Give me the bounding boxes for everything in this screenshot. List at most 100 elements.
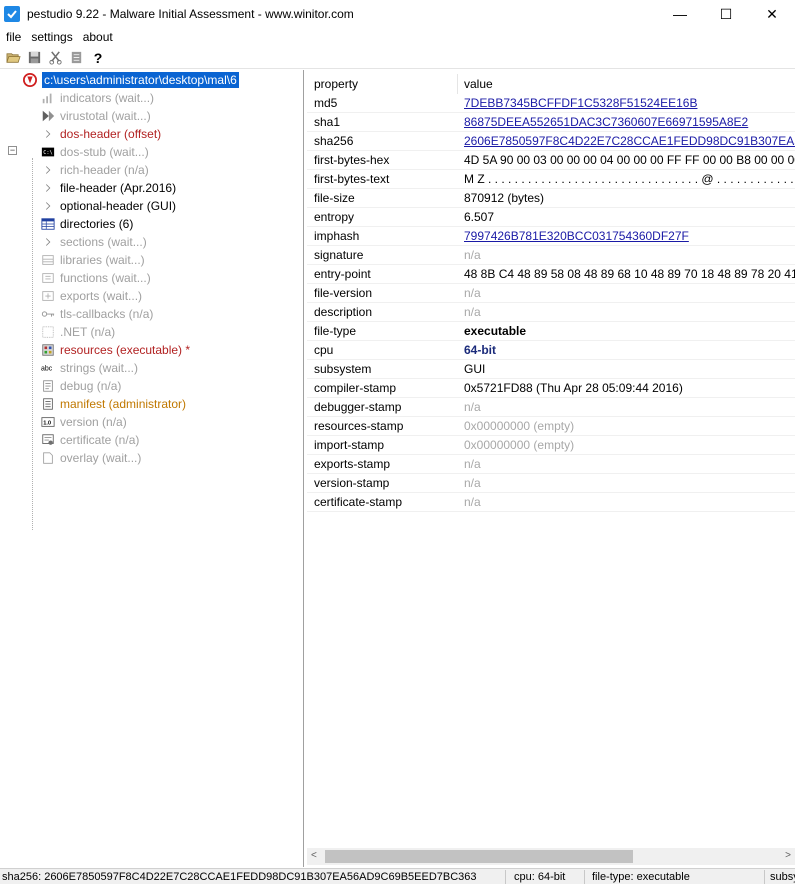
virustotal-icon — [40, 108, 56, 124]
tree-item-certificate[interactable]: certificate (n/a) — [40, 431, 139, 449]
property-row-sha256[interactable]: sha256 2606E7850597F8C4D22E7C28CCAE1FEDD9… — [307, 132, 795, 151]
property-value[interactable]: 86875DEEA552651DAC3C7360607E66971595A8E2 — [464, 115, 748, 129]
tree-item-dos-stub[interactable]: C:\ dos-stub (wait...) — [40, 143, 149, 161]
property-row-first-bytes-text[interactable]: first-bytes-text M Z . . . . . . . . . . … — [307, 170, 795, 189]
tree-item-virustotal[interactable]: virustotal (wait...) — [40, 107, 151, 125]
property-row-entropy[interactable]: entropy 6.507 — [307, 208, 795, 227]
console-icon: C:\ — [40, 144, 56, 160]
tree-item-rich-header[interactable]: rich-header (n/a) — [40, 161, 149, 179]
property-row-import-stamp[interactable]: import-stamp 0x00000000 (empty) — [307, 436, 795, 455]
tree-item-file-header[interactable]: file-header (Apr.2016) — [40, 179, 176, 197]
tree-item-strings[interactable]: abc strings (wait...) — [40, 359, 138, 377]
property-name: compiler-stamp — [314, 381, 397, 395]
tree-pane[interactable]: − c:\users\administrator\desktop\mal\6 i… — [0, 70, 304, 867]
property-row-file-type[interactable]: file-type executable — [307, 322, 795, 341]
property-row-first-bytes-hex[interactable]: first-bytes-hex 4D 5A 90 00 03 00 00 00 0… — [307, 151, 795, 170]
maximize-button[interactable]: ☐ — [703, 0, 749, 28]
tree-item-label: virustotal (wait...) — [60, 109, 151, 123]
tree-item-optional-header[interactable]: optional-header (GUI) — [40, 197, 176, 215]
property-row-certificate-stamp[interactable]: certificate-stamp n/a — [307, 493, 795, 512]
save-icon[interactable] — [24, 48, 45, 68]
property-row-cpu[interactable]: cpu 64-bit — [307, 341, 795, 360]
property-row-signature[interactable]: signature n/a — [307, 246, 795, 265]
property-name: first-bytes-text — [314, 172, 390, 186]
tree-item-debug[interactable]: debug (n/a) — [40, 377, 121, 395]
resources-icon — [40, 342, 56, 358]
tree-item-indicators[interactable]: indicators (wait...) — [40, 89, 154, 107]
tree-item-libraries[interactable]: libraries (wait...) — [40, 251, 145, 269]
property-row-description[interactable]: description n/a — [307, 303, 795, 322]
cut-icon[interactable] — [45, 48, 66, 68]
property-row-subsystem[interactable]: subsystem GUI — [307, 360, 795, 379]
menu-settings[interactable]: settings — [26, 30, 77, 44]
property-value: 870912 (bytes) — [464, 191, 545, 205]
property-name: md5 — [314, 96, 338, 110]
property-grid[interactable]: property value md5 7DEBB7345BCFFDF1C5328F… — [307, 70, 795, 867]
exports-icon — [40, 288, 56, 304]
tree-item-dos-header[interactable]: dos-header (offset) — [40, 125, 161, 143]
tree-item-label: tls-callbacks (n/a) — [60, 307, 154, 321]
tree-item-label: dos-stub (wait...) — [60, 145, 149, 159]
column-separator[interactable] — [457, 74, 458, 94]
horizontal-scrollbar[interactable]: < > — [307, 848, 795, 865]
svg-text:abc: abc — [41, 366, 53, 373]
tree-item-sections[interactable]: sections (wait...) — [40, 233, 147, 251]
status-divider — [584, 870, 585, 884]
column-header-property[interactable]: property — [314, 72, 358, 96]
property-value[interactable]: 7DEBB7345BCFFDF1C5328F51524EE16B — [464, 96, 697, 110]
property-row-compiler-stamp[interactable]: compiler-stamp 0x5721FD88 (Thu Apr 28 05:… — [307, 379, 795, 398]
property-name: sha256 — [314, 134, 354, 148]
property-name: certificate-stamp — [314, 495, 403, 509]
property-row-file-size[interactable]: file-size 870912 (bytes) — [307, 189, 795, 208]
version-icon: 1.0 — [40, 414, 56, 430]
tree-item-functions[interactable]: functions (wait...) — [40, 269, 151, 287]
property-value: 64-bit — [464, 343, 497, 357]
property-row-exports-stamp[interactable]: exports-stamp n/a — [307, 455, 795, 474]
property-row-resources-stamp[interactable]: resources-stamp 0x00000000 (empty) — [307, 417, 795, 436]
property-value: 0x00000000 (empty) — [464, 438, 575, 452]
property-row-sha1[interactable]: sha1 86875DEEA552651DAC3C7360607E66971595… — [307, 113, 795, 132]
help-icon[interactable]: ? — [87, 48, 108, 68]
tree-item-overlay[interactable]: overlay (wait...) — [40, 449, 141, 467]
document-icon[interactable] — [66, 48, 87, 68]
tree-root-node[interactable]: c:\users\administrator\desktop\mal\6 — [22, 71, 239, 89]
library-icon — [40, 252, 56, 268]
property-value[interactable]: 7997426B781E320BCC031754360DF27F — [464, 229, 689, 243]
tree-item-tls-callbacks[interactable]: tls-callbacks (n/a) — [40, 305, 153, 323]
minimize-button[interactable]: — — [657, 0, 703, 28]
arrow-icon — [40, 234, 56, 250]
property-row-debugger-stamp[interactable]: debugger-stamp n/a — [307, 398, 795, 417]
functions-icon — [40, 270, 56, 286]
tree-guide-line — [32, 158, 33, 530]
property-row-file-version[interactable]: file-version n/a — [307, 284, 795, 303]
tree-item-label: exports (wait...) — [60, 289, 143, 303]
tree-item-directories[interactable]: directories (6) — [40, 215, 133, 233]
tree-item-version[interactable]: 1.0 version (n/a) — [40, 413, 127, 431]
tree-item-label: .NET (n/a) — [60, 325, 116, 339]
tree-item-manifest[interactable]: manifest (administrator) — [40, 395, 186, 413]
column-header-value[interactable]: value — [464, 72, 493, 96]
property-name: subsystem — [314, 362, 372, 376]
scroll-thumb[interactable] — [325, 850, 633, 863]
menu-file[interactable]: file — [0, 30, 26, 44]
certificate-icon — [40, 432, 56, 448]
tree-item-net[interactable]: .NET (n/a) — [40, 323, 115, 341]
scroll-left-arrow[interactable]: < — [311, 850, 317, 861]
close-button[interactable]: ✕ — [749, 0, 795, 28]
title-bar: pestudio 9.22 - Malware Initial Assessme… — [0, 0, 795, 28]
property-name: entry-point — [314, 267, 371, 281]
open-icon[interactable] — [3, 48, 24, 68]
property-row-imphash[interactable]: imphash 7997426B781E320BCC031754360DF27F — [307, 227, 795, 246]
property-name: file-type — [314, 324, 357, 338]
property-value[interactable]: 2606E7850597F8C4D22E7C28CCAE1FEDD98DC91B… — [464, 134, 795, 148]
property-row-entry-point[interactable]: entry-point 48 8B C4 48 89 58 08 48 89 68… — [307, 265, 795, 284]
tree-collapse-toggle[interactable]: − — [8, 146, 17, 155]
property-row-version-stamp[interactable]: version-stamp n/a — [307, 474, 795, 493]
tree-item-resources[interactable]: resources (executable) * — [40, 341, 190, 359]
property-name: file-size — [314, 191, 355, 205]
menu-about[interactable]: about — [78, 30, 118, 44]
scroll-right-arrow[interactable]: > — [785, 850, 791, 861]
pestudio-app-icon — [4, 6, 20, 22]
property-row-md5[interactable]: md5 7DEBB7345BCFFDF1C5328F51524EE16B — [307, 94, 795, 113]
tree-item-exports[interactable]: exports (wait...) — [40, 287, 142, 305]
